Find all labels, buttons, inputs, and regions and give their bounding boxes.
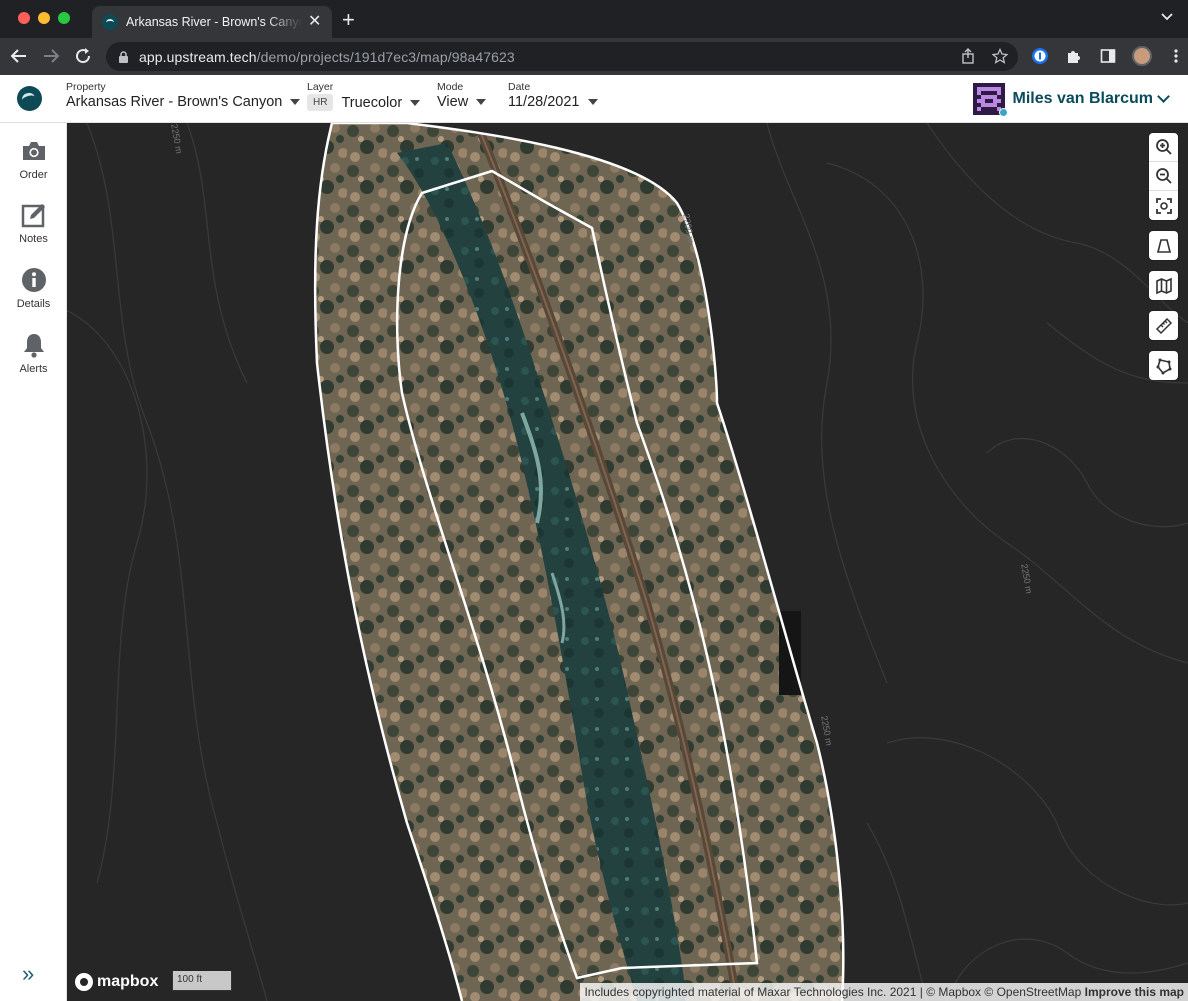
window-close-button[interactable] — [18, 12, 30, 24]
url-text: app.upstream.tech/demo/projects/191d7ec3… — [139, 49, 515, 65]
mode-value: View — [437, 94, 469, 110]
tab-close-icon[interactable]: ✕ — [308, 14, 321, 30]
sidebar-item-order[interactable]: Order — [0, 137, 67, 181]
reload-icon[interactable] — [73, 46, 93, 66]
property-label: Property — [66, 81, 106, 93]
window-maximize-button[interactable] — [58, 12, 70, 24]
layer-selector[interactable]: Layer HR Truecolor — [307, 81, 421, 111]
fit-bounds-icon[interactable] — [1149, 191, 1178, 220]
upstream-logo-icon[interactable] — [17, 86, 42, 111]
online-status-dot — [998, 108, 1008, 117]
sidebar-item-notes[interactable]: Notes — [0, 201, 67, 245]
mode-selector[interactable]: Mode View — [437, 81, 487, 110]
share-icon[interactable] — [960, 48, 976, 64]
ruler-icon[interactable] — [1149, 311, 1178, 340]
caret-down-icon — [290, 99, 301, 105]
date-value: 11/28/2021 — [508, 94, 580, 110]
zoom-out-icon[interactable] — [1149, 162, 1178, 191]
zoom-controls — [1149, 133, 1178, 220]
date-selector[interactable]: Date 11/28/2021 — [508, 81, 598, 110]
info-icon — [20, 266, 48, 294]
user-menu[interactable]: Miles van Blarcum — [972, 83, 1170, 117]
profile-avatar[interactable] — [1132, 46, 1152, 66]
url-path: /demo/projects/191d7ec3/map/98a47623 — [256, 48, 515, 65]
sidebar-item-label: Notes — [19, 233, 48, 245]
caret-down-icon — [476, 99, 487, 105]
side-panel-icon[interactable] — [1098, 46, 1118, 66]
zoom-in-icon[interactable] — [1149, 133, 1178, 162]
browser-toolbar: app.upstream.tech/demo/projects/191d7ec3… — [0, 38, 1188, 75]
user-name: Miles van Blarcum — [1012, 90, 1154, 107]
caret-down-icon — [587, 99, 598, 105]
sidebar-item-label: Order — [19, 169, 48, 181]
map-attribution: Includes copyrighted material of Maxar T… — [580, 983, 1188, 1001]
back-arrow-icon[interactable] — [9, 46, 29, 66]
password-manager-icon[interactable] — [1030, 46, 1050, 66]
resolution-badge: HR — [307, 94, 334, 111]
mapbox-logo[interactable]: mapbox — [75, 973, 158, 991]
chevron-down-icon — [1157, 89, 1170, 103]
perspective-icon[interactable] — [1149, 231, 1178, 260]
user-avatar — [972, 83, 1008, 117]
draw-polygon-icon[interactable] — [1149, 351, 1178, 380]
sidebar-item-label: Alerts — [19, 363, 48, 375]
layer-label: Layer — [307, 81, 334, 93]
layers-control — [1149, 271, 1178, 300]
property-selector[interactable]: Property Arkansas River - Brown's Canyon — [66, 81, 301, 110]
sidebar-item-alerts[interactable]: Alerts — [0, 331, 67, 375]
upstream-favicon-icon — [102, 14, 118, 30]
extensions-puzzle-icon[interactable] — [1064, 46, 1084, 66]
browser-tab[interactable]: Arkansas River - Brown's Canyon ✕ — [92, 6, 332, 38]
sidebar-item-label: Details — [16, 298, 51, 310]
draw-control — [1149, 351, 1178, 380]
collapse-sidebar-icon[interactable]: » — [22, 961, 34, 987]
map-layers-icon[interactable] — [1149, 271, 1178, 300]
tab-title: Arkansas River - Brown's Canyon — [126, 15, 302, 29]
camera-icon — [20, 137, 48, 165]
map-canvas[interactable]: 2250 m 2200 m 2250 m 2250 m mapbox 100 f… — [67, 123, 1188, 1001]
bell-icon — [20, 331, 48, 359]
sidebar-item-details[interactable]: Details — [0, 266, 67, 310]
satellite-map-layer — [67, 123, 1188, 1001]
date-label: Date — [508, 81, 531, 93]
attribution-text: Includes copyrighted material of Maxar T… — [584, 985, 1082, 999]
improve-map-link[interactable]: Improve this map — [1085, 985, 1184, 999]
scale-bar: 100 ft — [172, 971, 232, 991]
browser-menu-icon[interactable] — [1166, 46, 1186, 66]
window-minimize-button[interactable] — [38, 12, 50, 24]
layer-value: Truecolor — [341, 94, 403, 111]
forward-arrow-icon[interactable] — [41, 46, 61, 66]
mode-label: Mode — [437, 81, 464, 93]
app-header: Property Arkansas River - Brown's Canyon… — [0, 75, 1188, 123]
perspective-control — [1149, 231, 1178, 260]
lock-icon[interactable] — [118, 50, 129, 63]
mapbox-wordmark: mapbox — [97, 973, 159, 990]
sidebar: Order Notes Details Alerts » — [0, 123, 67, 1001]
browser-tab-bar: Arkansas River - Brown's Canyon ✕ + — [0, 0, 1188, 38]
measure-control — [1149, 311, 1178, 340]
property-value: Arkansas River - Brown's Canyon — [66, 94, 283, 110]
new-tab-button[interactable]: + — [342, 9, 355, 31]
caret-down-icon — [410, 99, 421, 106]
address-bar[interactable]: app.upstream.tech/demo/projects/191d7ec3… — [106, 42, 1018, 71]
edit-note-icon — [20, 201, 48, 229]
url-host: app.upstream.tech — [139, 48, 257, 65]
bookmark-star-icon[interactable] — [992, 48, 1008, 64]
mapbox-logo-icon — [75, 973, 93, 991]
tab-search-chevron-icon[interactable] — [1160, 10, 1174, 24]
